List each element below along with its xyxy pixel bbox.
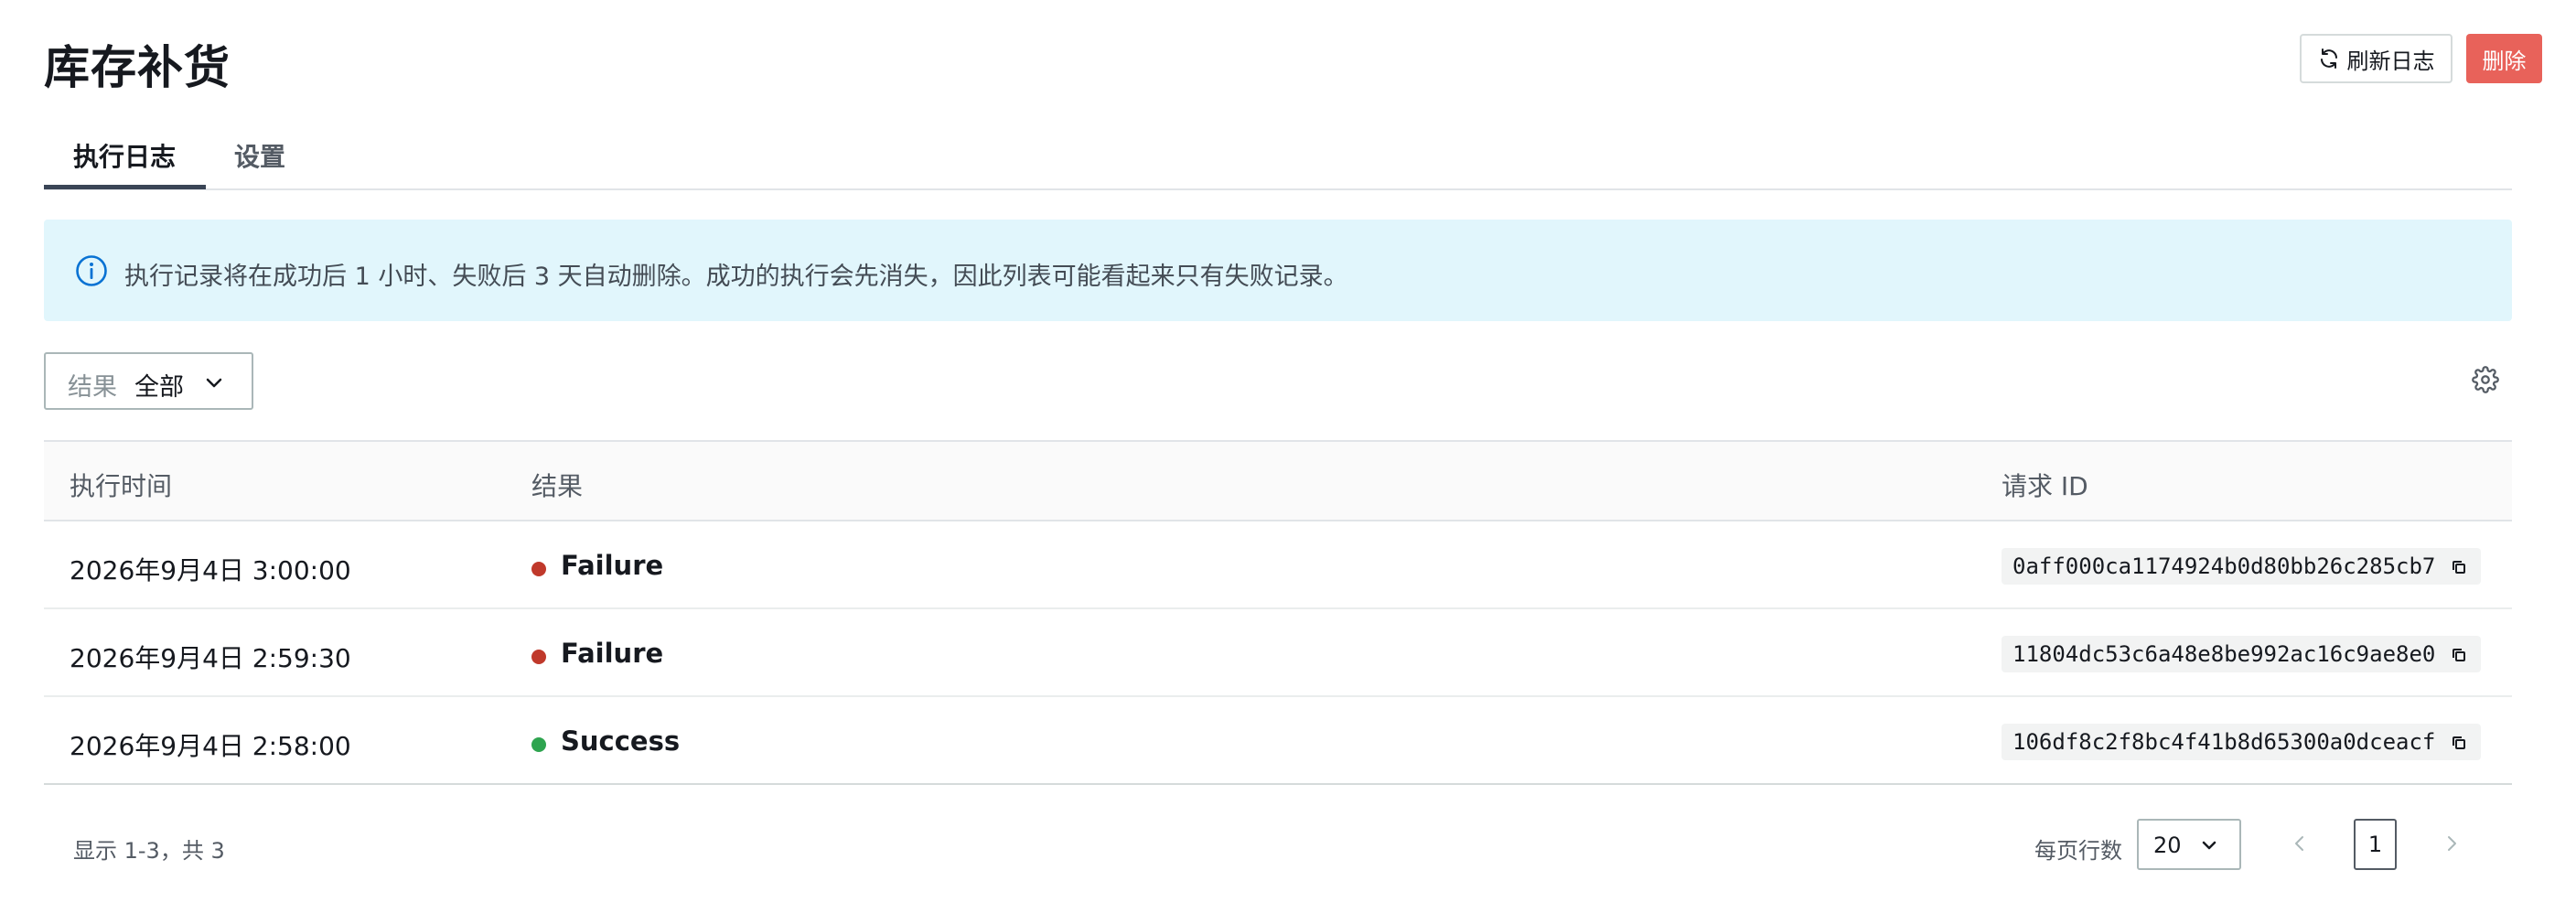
- table-header: [44, 440, 2512, 521]
- pagination-summary: 显示 1-3，共 3: [73, 838, 225, 864]
- delete-label: 删除: [2482, 48, 2527, 74]
- request-id-badge: 11804dc53c6a48e8be992ac16c9ae8e0: [2002, 636, 2482, 672]
- status-dot: [531, 650, 546, 664]
- delete-button[interactable]: 删除: [2466, 34, 2542, 83]
- result-filter-label: 结果: [68, 373, 117, 402]
- tab-settings[interactable]: 设置: [234, 137, 285, 174]
- chevron-down-icon: [2202, 841, 2216, 850]
- request-id-badge: 0aff000ca1174924b0d80bb26c285cb7: [2002, 548, 2482, 585]
- result-filter-value: 全部: [134, 373, 184, 402]
- refresh-log-label: 刷新日志: [2346, 48, 2435, 74]
- rows-per-page-label: 每页行数: [2034, 838, 2122, 864]
- chevron-down-icon: [206, 378, 222, 388]
- table-row: 2026年9月4日 3:00:00 Failure 0aff000ca11749…: [44, 521, 2512, 609]
- execution-time: 2026年9月4日 3:00:00: [70, 555, 351, 586]
- page-title: 库存补货: [44, 41, 231, 94]
- result-status: Failure: [561, 638, 664, 669]
- request-id: 0aff000ca1174924b0d80bb26c285cb7: [2012, 553, 2436, 579]
- execution-time: 2026年9月4日 2:58:00: [70, 731, 351, 761]
- copy-icon[interactable]: [2450, 558, 2468, 576]
- table-row: 2026年9月4日 2:58:00 Success 106df8c2f8bc4f…: [44, 697, 2512, 785]
- execution-time: 2026年9月4日 2:59:30: [70, 643, 351, 673]
- status-dot: [531, 737, 546, 752]
- tab-execution-log[interactable]: 执行日志: [73, 137, 176, 174]
- copy-icon[interactable]: [2450, 734, 2468, 752]
- result-status: Failure: [561, 550, 664, 581]
- current-page: 1: [2367, 832, 2383, 857]
- copy-icon[interactable]: [2450, 646, 2468, 664]
- info-icon: [76, 255, 107, 286]
- column-header-time[interactable]: 执行时间: [70, 467, 172, 503]
- column-header-result[interactable]: 结果: [531, 467, 583, 503]
- request-id: 11804dc53c6a48e8be992ac16c9ae8e0: [2012, 641, 2436, 667]
- refresh-icon: [2320, 48, 2337, 69]
- status-dot: [531, 562, 546, 576]
- result-status: Success: [561, 725, 681, 757]
- next-page-icon[interactable]: [2441, 833, 2463, 854]
- info-banner-text: 执行记录将在成功后 1 小时、失败后 3 天自动删除。成功的执行会先消失，因此列…: [124, 263, 1348, 291]
- rows-per-page-value: 20: [2153, 833, 2182, 858]
- table-row: 2026年9月4日 2:59:30 Failure 11804dc53c6a48…: [44, 609, 2512, 697]
- gear-icon[interactable]: [2472, 366, 2499, 393]
- request-id: 106df8c2f8bc4f41b8d65300a0dceacf: [2012, 729, 2436, 755]
- request-id-badge: 106df8c2f8bc4f41b8d65300a0dceacf: [2002, 724, 2482, 760]
- active-tab-indicator: [44, 185, 206, 189]
- page-number-button[interactable]: 1: [2354, 819, 2397, 870]
- tabs-divider: [44, 188, 2512, 190]
- previous-page-icon[interactable]: [2289, 833, 2311, 854]
- refresh-log-button[interactable]: 刷新日志: [2300, 34, 2453, 83]
- column-header-request-id[interactable]: 请求 ID: [2002, 467, 2088, 503]
